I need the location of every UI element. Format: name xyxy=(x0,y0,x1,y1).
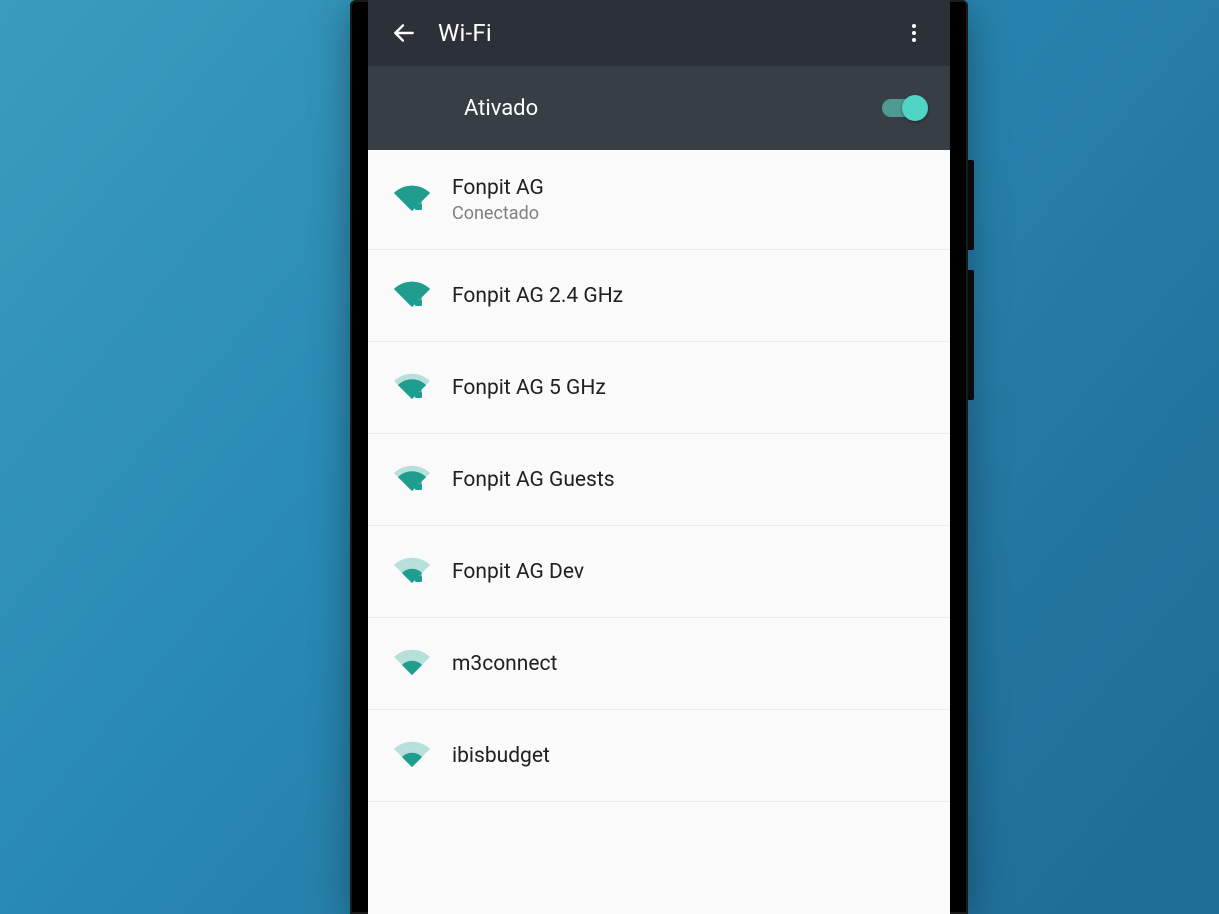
network-text: Fonpit AG Conectado xyxy=(452,176,930,224)
network-text: Fonpit AG 5 GHz xyxy=(452,376,930,400)
network-row[interactable]: Fonpit AG Conectado xyxy=(368,150,950,250)
network-ssid: Fonpit AG 5 GHz xyxy=(452,376,930,400)
network-text: ibisbudget xyxy=(452,744,930,768)
network-row[interactable]: Fonpit AG 5 GHz xyxy=(368,342,950,434)
network-row[interactable]: Fonpit AG Dev xyxy=(368,526,950,618)
wifi-signal-icon xyxy=(392,555,452,589)
network-list: Fonpit AG Conectado Fonpit AG 2.4 GHz xyxy=(368,150,950,802)
wifi-signal-icon xyxy=(392,739,452,773)
network-ssid: ibisbudget xyxy=(452,744,930,768)
network-text: Fonpit AG Guests xyxy=(452,468,930,492)
wifi-signal-icon xyxy=(392,371,452,405)
network-ssid: Fonpit AG Guests xyxy=(452,468,930,492)
screen: Wi-Fi Ativado xyxy=(368,0,950,914)
wifi-master-toggle-row[interactable]: Ativado xyxy=(368,66,950,150)
phone-side-button xyxy=(968,270,974,400)
overflow-menu-button[interactable] xyxy=(890,9,938,57)
toggle-label: Ativado xyxy=(464,96,882,121)
more-vertical-icon xyxy=(902,21,926,45)
network-ssid: Fonpit AG Dev xyxy=(452,560,930,584)
network-ssid: Fonpit AG 2.4 GHz xyxy=(452,284,930,308)
network-ssid: m3connect xyxy=(452,652,930,676)
wifi-signal-icon xyxy=(392,647,452,681)
wifi-signal-icon xyxy=(392,183,452,217)
wifi-signal-icon xyxy=(392,463,452,497)
network-text: Fonpit AG Dev xyxy=(452,560,930,584)
network-ssid: Fonpit AG xyxy=(452,176,930,200)
network-status: Conectado xyxy=(452,203,930,224)
page-title: Wi-Fi xyxy=(438,19,890,47)
phone-side-button xyxy=(968,160,974,250)
network-text: Fonpit AG 2.4 GHz xyxy=(452,284,930,308)
network-row[interactable]: Fonpit AG 2.4 GHz xyxy=(368,250,950,342)
network-row[interactable]: Fonpit AG Guests xyxy=(368,434,950,526)
appbar: Wi-Fi xyxy=(368,0,950,66)
arrow-back-icon xyxy=(391,20,417,46)
network-text: m3connect xyxy=(452,652,930,676)
network-row[interactable]: m3connect xyxy=(368,618,950,710)
back-button[interactable] xyxy=(380,9,428,57)
wifi-toggle-switch[interactable] xyxy=(882,96,926,120)
switch-thumb xyxy=(902,95,928,121)
network-row[interactable]: ibisbudget xyxy=(368,710,950,802)
phone-frame: Wi-Fi Ativado xyxy=(350,0,968,914)
wifi-signal-icon xyxy=(392,279,452,313)
